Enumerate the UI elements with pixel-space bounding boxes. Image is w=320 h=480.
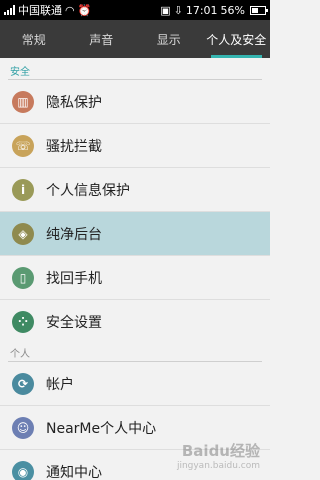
download-icon: ⇩ (173, 3, 183, 17)
status-time: 17:01 (185, 3, 218, 17)
signal-icon (4, 5, 15, 15)
list-item-clean-background[interactable]: ◈ 纯净后台 (0, 212, 270, 256)
tab-general[interactable]: 常规 (0, 20, 68, 58)
shield-icon: ◈ (12, 222, 34, 245)
wifi-icon: ◠ (65, 3, 75, 17)
tab-sound-label: 声音 (89, 32, 114, 47)
nearme-user-icon: ☺ (12, 416, 34, 439)
tab-general-label: 常规 (21, 32, 46, 47)
list-item-label: 隐私保护 (46, 94, 102, 111)
list-item-account[interactable]: ⟳ 帐户 (0, 362, 270, 406)
find-phone-icon: ▯ (12, 266, 34, 289)
list-item-label: NearMe个人中心 (46, 420, 157, 437)
status-bar: 中国联通 ◠ ⏰ ▣ ⇩ 17:01 56% (0, 0, 270, 20)
list-item-privacy[interactable]: ▥ 隐私保护 (0, 80, 270, 124)
watermark-url: jingyan.baidu.com (176, 461, 260, 471)
info-lock-icon: i (12, 178, 34, 201)
tab-personal-security[interactable]: 个人及安全 (203, 20, 271, 58)
watermark-brand: Baidu经验 (181, 442, 260, 460)
list-item-label: 安全设置 (46, 315, 102, 331)
keypad-icon: ⁘ (12, 311, 34, 333)
alarm-icon: ⏰ (77, 3, 92, 17)
account-sync-icon: ⟳ (12, 372, 34, 395)
privacy-icon: ▥ (12, 90, 34, 113)
battery-icon (250, 5, 268, 15)
list-item-label: 帐户 (46, 376, 74, 393)
list-item-find-phone[interactable]: ▯ 找回手机 (0, 256, 270, 300)
settings-tab-bar: 常规 声音 显示 个人及安全 (0, 20, 270, 58)
carrier-name: 中国联通 (18, 4, 62, 17)
list-item-label: 找回手机 (46, 270, 102, 287)
list-item-label: 纯净后台 (46, 226, 102, 243)
tab-personal-security-label: 个人及安全 (206, 32, 267, 47)
image-notification-icon: ▣ (160, 3, 171, 17)
phone-block-icon: ☏ (12, 134, 34, 157)
list-item-label: 骚扰拦截 (46, 138, 102, 155)
tab-display[interactable]: 显示 (135, 20, 203, 58)
battery-percent: 56% (220, 3, 245, 17)
notification-icon: ◉ (12, 461, 34, 480)
tab-display-label: 显示 (156, 32, 181, 47)
list-item-label: 通知中心 (46, 465, 102, 480)
baidu-watermark: Baidu经验 jingyan.baidu.com (150, 440, 260, 474)
list-item-security-settings[interactable]: ⁘ 安全设置 (0, 300, 270, 344)
list-item-personal-info[interactable]: i 个人信息保护 (0, 168, 270, 212)
tab-sound[interactable]: 声音 (68, 20, 136, 58)
section-header-personal: 个人 (0, 342, 270, 362)
list-item-label: 个人信息保护 (46, 182, 130, 199)
list-item-harassment-block[interactable]: ☏ 骚扰拦截 (0, 124, 270, 168)
section-header-security: 安全 (0, 60, 270, 80)
